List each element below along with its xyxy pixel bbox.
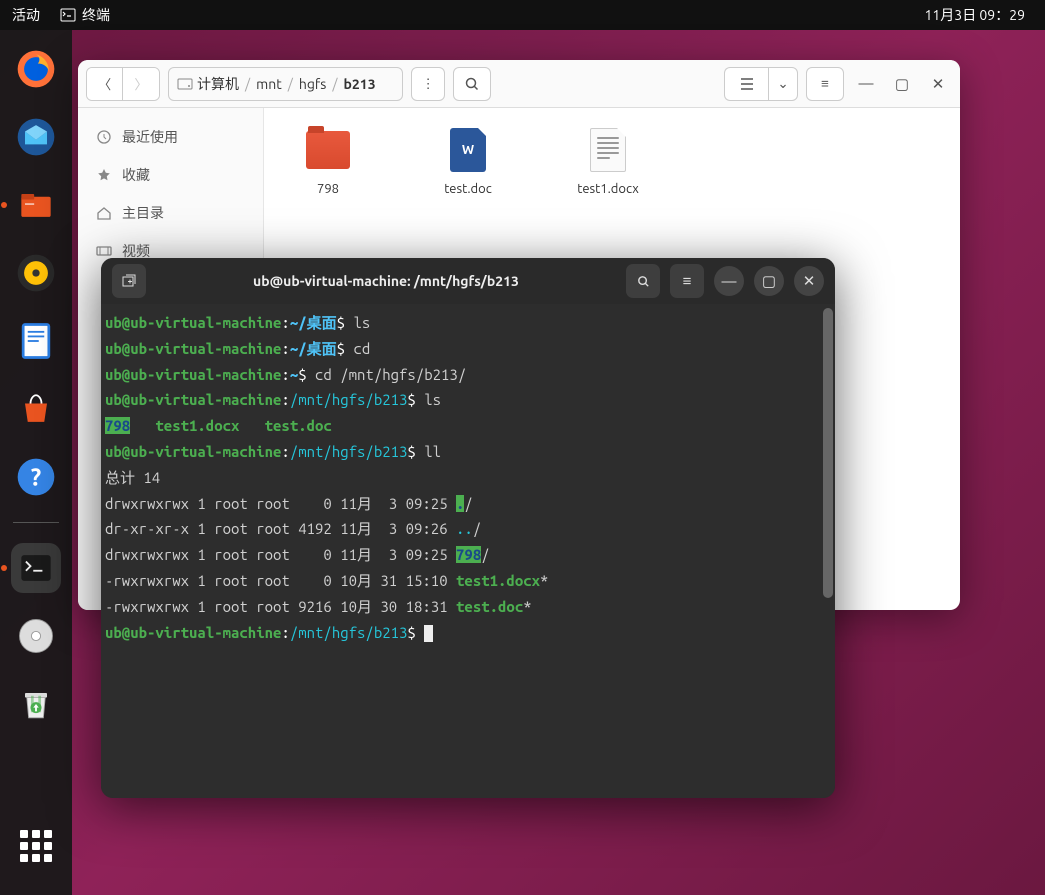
dock-firefox[interactable] <box>11 44 61 94</box>
terminal-line: -rwxrwxrwx 1 root root 0 10月 31 15:10 te… <box>105 568 831 594</box>
file-item-doc[interactable]: Wtest.doc <box>428 126 508 196</box>
folder-icon <box>306 131 350 169</box>
terminal-body[interactable]: ub@ub-virtual-machine:~/桌面$ lsub@ub-virt… <box>101 304 835 798</box>
top-bar: 活动 终端 11月3日 09：29 <box>0 0 1045 30</box>
terminal-menu-button[interactable]: ≡ <box>670 264 704 298</box>
terminal-line: ub@ub-virtual-machine:/mnt/hgfs/b213$ <box>105 620 831 646</box>
terminal-minimize-button[interactable]: — <box>714 266 744 296</box>
dock-disk[interactable] <box>11 611 61 661</box>
minimize-button[interactable]: — <box>852 70 880 98</box>
dock-writer[interactable] <box>11 316 61 366</box>
terminal-search-button[interactable] <box>626 264 660 298</box>
terminal-line: drwxrwxrwx 1 root root 0 11月 3 09:25 798… <box>105 542 831 568</box>
dock-files[interactable] <box>11 180 61 230</box>
dock: ? <box>0 30 72 895</box>
terminal-window: ub@ub-virtual-machine: /mnt/hgfs/b213 ≡ … <box>101 258 835 798</box>
disk-icon <box>177 76 193 92</box>
dock-show-apps[interactable] <box>11 821 61 871</box>
terminal-line: ub@ub-virtual-machine:/mnt/hgfs/b213$ ls <box>105 387 831 413</box>
file-item-folder[interactable]: 798 <box>288 126 368 196</box>
terminal-line: 总计 14 <box>105 465 831 491</box>
search-button[interactable] <box>453 67 491 101</box>
clock[interactable]: 11月3日 09：29 <box>925 5 1025 25</box>
list-view-button[interactable] <box>724 67 768 101</box>
hamburger-button[interactable]: ≡ <box>806 67 844 101</box>
sidebar-item-starred[interactable]: 收藏 <box>78 156 263 194</box>
back-button[interactable]: 〈 <box>87 68 123 100</box>
terminal-line: ub@ub-virtual-machine:~/桌面$ ls <box>105 310 831 336</box>
scrollbar[interactable] <box>823 308 833 794</box>
terminal-close-button[interactable]: ✕ <box>794 266 824 296</box>
word-doc-icon: W <box>450 128 486 172</box>
search-icon <box>464 76 480 92</box>
terminal-toolbar: ub@ub-virtual-machine: /mnt/hgfs/b213 ≡ … <box>101 258 835 304</box>
dock-separator <box>13 522 59 523</box>
sidebar-item-home[interactable]: 主目录 <box>78 194 263 232</box>
terminal-title: ub@ub-virtual-machine: /mnt/hgfs/b213 <box>149 273 623 289</box>
new-tab-button[interactable] <box>112 264 146 298</box>
clock-icon <box>96 129 112 145</box>
close-button[interactable]: ✕ <box>924 70 952 98</box>
view-switcher: ⌄ <box>724 67 798 101</box>
dock-software[interactable] <box>11 384 61 434</box>
terminal-line: ub@ub-virtual-machine:/mnt/hgfs/b213$ ll <box>105 439 831 465</box>
home-icon <box>96 205 112 221</box>
sidebar-item-recent[interactable]: 最近使用 <box>78 118 263 156</box>
svg-text:?: ? <box>31 463 41 490</box>
terminal-line: ub@ub-virtual-machine:~$ cd /mnt/hgfs/b2… <box>105 362 831 388</box>
dock-rhythmbox[interactable] <box>11 248 61 298</box>
files-toolbar: 〈 〉 计算机 / mnt / hgfs / b213 ⋮ ⌄ ≡ — ▢ ✕ <box>78 60 960 108</box>
terminal-line: 798 test1.docx test.doc <box>105 413 831 439</box>
video-icon <box>96 243 112 259</box>
view-dropdown-button[interactable]: ⌄ <box>768 67 798 101</box>
text-doc-icon <box>590 128 626 172</box>
dock-help[interactable]: ? <box>11 452 61 502</box>
dock-terminal[interactable] <box>11 543 61 593</box>
path-bar[interactable]: 计算机 / mnt / hgfs / b213 <box>168 67 403 101</box>
star-icon <box>96 167 112 183</box>
scrollbar-thumb[interactable] <box>823 308 833 598</box>
terminal-line: -rwxrwxrwx 1 root root 9216 10月 30 18:31… <box>105 594 831 620</box>
dock-thunderbird[interactable] <box>11 112 61 162</box>
activities-button[interactable]: 活动 <box>12 5 40 25</box>
nav-buttons: 〈 〉 <box>86 67 160 101</box>
forward-button[interactable]: 〉 <box>123 68 159 100</box>
dock-trash[interactable] <box>11 679 61 729</box>
search-icon <box>636 274 651 289</box>
terminal-small-icon <box>60 7 76 23</box>
list-icon <box>739 77 755 91</box>
terminal-line: ub@ub-virtual-machine:~/桌面$ cd <box>105 336 831 362</box>
file-item-docx[interactable]: test1.docx <box>568 126 648 196</box>
terminal-maximize-button[interactable]: ▢ <box>754 266 784 296</box>
terminal-line: drwxrwxrwx 1 root root 0 11月 3 09:25 ./ <box>105 491 831 517</box>
app-menu[interactable]: 终端 <box>60 5 110 25</box>
maximize-button[interactable]: ▢ <box>888 70 916 98</box>
terminal-line: dr-xr-xr-x 1 root root 4192 11月 3 09:26 … <box>105 516 831 542</box>
path-menu-button[interactable]: ⋮ <box>411 67 445 101</box>
new-tab-icon <box>121 273 137 289</box>
